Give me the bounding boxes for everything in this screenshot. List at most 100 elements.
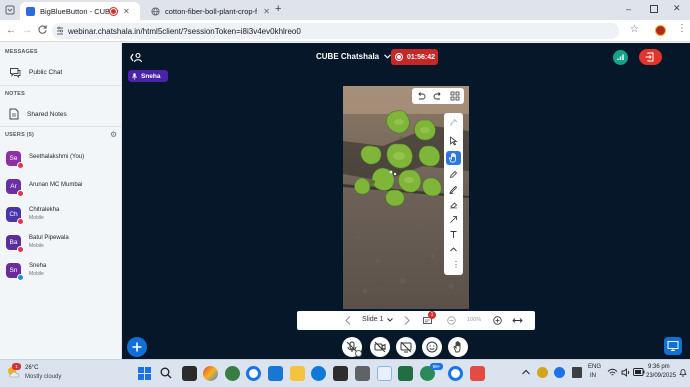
windows-start-icon[interactable]: [138, 367, 151, 380]
input-language[interactable]: ENG: [588, 364, 601, 370]
file-explorer-icon[interactable]: [290, 366, 305, 381]
hand-tool-icon[interactable]: [446, 151, 461, 165]
next-slide-icon[interactable]: [404, 316, 410, 325]
join-video-button[interactable]: [370, 337, 390, 357]
user-row[interactable]: Sn Sneha Mobile: [6, 260, 116, 281]
redo-icon[interactable]: [433, 91, 443, 101]
status-badge: [17, 245, 24, 253]
meeting-title[interactable]: CUBE Chatshala: [316, 52, 392, 61]
speaker-icon[interactable]: [621, 368, 631, 377]
notification-count-badge: 1: [428, 311, 436, 319]
audio-settings-chevron-icon[interactable]: [355, 350, 362, 357]
toggle-userlist-icon[interactable]: [130, 52, 143, 63]
clock-date: 23/09/2025: [646, 373, 677, 379]
highlighter-tool-icon[interactable]: [449, 185, 458, 194]
norton-tray-icon[interactable]: [537, 367, 548, 378]
clock-time[interactable]: 9:36 pm: [648, 364, 670, 370]
maximize-icon[interactable]: [650, 5, 658, 13]
reload-icon[interactable]: [37, 24, 48, 35]
battery-icon[interactable]: [633, 368, 645, 376]
text-tool-icon[interactable]: [449, 230, 458, 239]
signal-bars-icon: [617, 54, 624, 60]
user-row[interactable]: Se Seethalakshmi (You): [6, 148, 116, 169]
close-window-icon[interactable]: ✕: [673, 3, 681, 14]
browser-toolbar: ← → webinar.chatshala.in/html5client/?se…: [0, 20, 690, 42]
copilot-icon[interactable]: [203, 366, 218, 381]
leave-meeting-button[interactable]: [639, 49, 662, 65]
toggle-presentation-button[interactable]: [664, 337, 682, 355]
talking-indicator[interactable]: Sneha: [128, 70, 168, 82]
profile-avatar[interactable]: [655, 25, 666, 36]
recording-indicator-icon: [110, 7, 117, 15]
edge-icon[interactable]: [311, 366, 326, 381]
fit-to-width-icon[interactable]: [512, 316, 523, 325]
avatar: Sn: [6, 262, 24, 281]
recording-indicator[interactable]: 01:56:42: [391, 49, 438, 65]
arrow-tool-icon[interactable]: [449, 215, 458, 224]
user-row[interactable]: Ar Arunan MC Mumbai: [6, 176, 116, 197]
avatar: Ar: [6, 178, 24, 197]
wifi-icon[interactable]: [607, 368, 618, 377]
select-tool-icon[interactable]: [449, 136, 458, 146]
task-view-icon[interactable]: [182, 366, 197, 381]
share-screen-button[interactable]: [396, 337, 416, 357]
tab-bigbluebutton[interactable]: BigBlueButton - CUBE Chat ✕: [20, 2, 140, 20]
back-arrow-icon[interactable]: ←: [6, 25, 16, 36]
app-icon[interactable]: [470, 366, 485, 381]
multi-user-whiteboard-icon[interactable]: [450, 91, 460, 101]
pencil-tool-icon[interactable]: [449, 170, 458, 179]
user-options-gear-icon[interactable]: ⚙: [110, 130, 117, 139]
shapes-expand-icon[interactable]: [449, 245, 458, 254]
app-icon[interactable]: [377, 366, 392, 381]
actions-plus-button[interactable]: [127, 337, 147, 357]
record-icon: [395, 53, 403, 61]
user-row[interactable]: Ch Chitralekha Mobile: [6, 204, 116, 225]
zoom-out-icon[interactable]: [447, 316, 456, 325]
meet-tray-icon[interactable]: [554, 367, 565, 378]
app-icon[interactable]: [225, 366, 240, 381]
previous-slide-icon[interactable]: [345, 316, 351, 325]
new-tab-icon[interactable]: +: [275, 3, 281, 15]
public-chat-item[interactable]: Public Chat: [9, 67, 62, 78]
search-icon[interactable]: [160, 367, 172, 379]
connection-status-button[interactable]: [613, 50, 628, 65]
raise-hand-button[interactable]: [448, 337, 468, 357]
user-row[interactable]: Ba Batul Pipewala Mobile: [6, 232, 116, 253]
tab-cotton-image[interactable]: cotton-fiber-boll-plant-crop-fie ✕: [145, 2, 270, 20]
pin-toolbar-icon[interactable]: [448, 117, 459, 127]
notifications-bell-icon[interactable]: [679, 368, 687, 377]
user-name: Sneha: [29, 263, 47, 270]
shared-notes-item[interactable]: Shared Notes: [9, 108, 67, 120]
undo-icon[interactable]: [416, 91, 426, 101]
chrome-icon[interactable]: [246, 366, 261, 381]
app-icon[interactable]: [355, 366, 370, 381]
windows-taskbar: 1 26°C Mostly cloudy 99+ ENG IN 9:36 pm …: [0, 359, 690, 387]
slide-selector[interactable]: Slide 1: [362, 316, 394, 323]
app-icon[interactable]: [333, 366, 348, 381]
hand-icon: [453, 341, 461, 353]
close-tab-icon[interactable]: ✕: [263, 7, 270, 16]
status-badge: [17, 161, 24, 169]
smiley-icon: [426, 341, 438, 353]
show-hidden-icons-icon[interactable]: [522, 369, 530, 375]
presentation-controls: Slide 1 1 100%: [297, 311, 535, 330]
browser-menu-icon[interactable]: ⋮: [677, 23, 687, 34]
site-info-icon[interactable]: [56, 26, 64, 35]
bookmark-star-icon[interactable]: ☆: [630, 24, 639, 35]
outlook-icon[interactable]: [268, 366, 283, 381]
public-chat-label: Public Chat: [29, 69, 63, 76]
zoom-in-icon[interactable]: [493, 316, 502, 325]
chrome-profile-icon[interactable]: [448, 366, 463, 381]
excel-icon[interactable]: [398, 366, 413, 381]
app-tray-icon[interactable]: [572, 367, 582, 378]
minimize-icon[interactable]: –: [626, 4, 631, 14]
recording-time: 01:56:42: [407, 53, 436, 61]
more-tools-icon[interactable]: ⋮: [452, 260, 460, 269]
forward-arrow-icon[interactable]: →: [22, 25, 32, 36]
address-bar[interactable]: webinar.chatshala.in/html5client/?sessio…: [52, 23, 619, 39]
tab-search-icon[interactable]: [5, 5, 15, 15]
mute-microphone-button[interactable]: [342, 337, 362, 357]
reactions-button[interactable]: [422, 337, 442, 357]
close-tab-icon[interactable]: ✕: [123, 7, 130, 16]
eraser-tool-icon[interactable]: [449, 200, 458, 209]
